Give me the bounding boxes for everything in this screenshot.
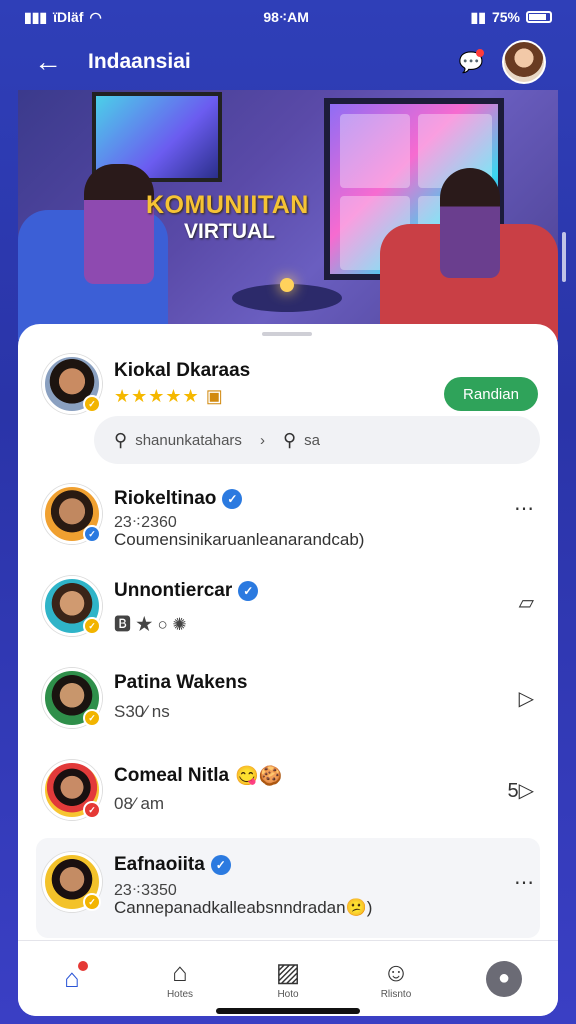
- person-left: [84, 164, 154, 284]
- person-right: [440, 168, 500, 278]
- emoji-icons: 😋🍪: [235, 766, 283, 787]
- notification-dot: [78, 960, 88, 971]
- red-badge-icon: ✓: [83, 801, 101, 819]
- star-icons: ★★★★★: [114, 386, 200, 406]
- carrier-label: ϊDläf: [53, 9, 84, 25]
- verified-icon: ✓: [238, 581, 259, 601]
- hero-title: KOMUNIITAN: [146, 191, 309, 219]
- more-options-icon[interactable]: ⋯: [514, 870, 534, 895]
- gold-badge-icon: ✓: [83, 893, 101, 911]
- contact-name: Comeal Nitla 😋🍪: [114, 765, 283, 787]
- video-icon[interactable]: ▷: [519, 686, 534, 711]
- bottom-navigation: ⌂ ⌂ Hotes ▨ Hoto ☺ Rlisnto ●: [18, 940, 558, 1016]
- verified-badge-icon: ✓: [83, 525, 101, 543]
- battery-icon: [525, 11, 552, 23]
- signal-strength-icon: ▮▮: [470, 8, 486, 25]
- search-query: shanunkatahars: [135, 431, 242, 449]
- chat-list-item-selected[interactable]: ✓ Eafnaoiita ✓ 23⁖3350 Cannepanadkalleab…: [36, 838, 540, 938]
- nav-home[interactable]: ⌂: [32, 960, 112, 995]
- square-icon[interactable]: ▱: [519, 590, 534, 615]
- chat-list-item[interactable]: ✓ Riokeltinao ✓ 23⁖2360 Coumensinikaruan…: [18, 474, 558, 566]
- status-bar: ▮▮▮ ϊDläf ◠ 98⁖AM ▮▮ 75%: [0, 0, 576, 34]
- contact-name: Riokeltinao ✓: [114, 488, 243, 510]
- battery-percent: 75%: [491, 9, 520, 25]
- last-message: Coumensinikaruanleanarandcab): [114, 530, 365, 549]
- contact-avatar: ✓: [42, 852, 102, 912]
- search-secondary-text: sa: [304, 431, 320, 449]
- contact-avatar: ✓: [42, 760, 102, 820]
- contact-avatar: ✓: [42, 668, 102, 728]
- chat-list-item[interactable]: ✓ Unnontiercar ✓ 🅱 ★ ○ ✺ ▱: [18, 568, 558, 660]
- chat-list-item[interactable]: ✓ Patina Wakens S30⁄ ns ▷: [18, 660, 558, 752]
- contact-meta: 23⁖3350: [114, 882, 177, 899]
- nav-label: Hoto: [277, 989, 299, 1000]
- signal-icon: ▮▮▮: [24, 8, 48, 25]
- search-icon: ⚲: [114, 429, 128, 450]
- separator-chevron-icon: ›: [259, 431, 265, 449]
- nav-label: Rlisnto: [380, 989, 412, 1000]
- search-icon-secondary: ⚲: [282, 429, 297, 450]
- contact-avatar: ✓: [42, 576, 102, 636]
- rating-stars: ★★★★★ ▣: [114, 386, 224, 407]
- verified-icon: ✓: [222, 489, 243, 509]
- contact-avatar: ✓: [42, 484, 102, 544]
- profile-name: Kiokal Dkaraas: [114, 360, 251, 381]
- contact-meta: 23⁖2360: [114, 514, 177, 531]
- notification-dot: [476, 49, 484, 57]
- profile-avatar[interactable]: ✓: [42, 354, 102, 414]
- gold-badge-icon: ✓: [83, 617, 101, 635]
- nav-label: Hotes: [166, 989, 194, 1000]
- back-arrow-icon[interactable]: ←: [34, 46, 70, 78]
- hero-banner: KOMUNIITAN VIRTUAL: [18, 90, 558, 340]
- verified-icon: ✓: [210, 855, 231, 875]
- gold-badge-icon: ✓: [83, 395, 101, 413]
- wifi-icon: ◠: [89, 8, 102, 25]
- nav-notes[interactable]: ▨ Hoto: [248, 957, 328, 1000]
- search-bar[interactable]: ⚲ shanunkatahars › ⚲ sa: [94, 416, 540, 464]
- contact-name: Patina Wakens: [114, 672, 248, 693]
- nav-status[interactable]: ☺ Rlisnto: [356, 957, 436, 1000]
- app-bar: ← Indaansiai 💬: [18, 34, 558, 90]
- home-indicator[interactable]: [216, 1008, 360, 1014]
- community-panel: ✓ Kiokal Dkaraas ★★★★★ ▣ Randian ⚲ shanu…: [18, 324, 558, 1016]
- nav-profile[interactable]: ●: [464, 960, 544, 997]
- contact-meta: 08⁄ am: [114, 794, 165, 813]
- chat-list-item[interactable]: ✓ Comeal Nitla 😋🍪 08⁄ am 5▷: [18, 752, 558, 844]
- contact-name: Eafnaoiita ✓: [114, 854, 231, 876]
- gold-badge-icon: ✓: [83, 709, 101, 727]
- clock: 98⁖AM: [263, 8, 309, 25]
- contact-meta: S30⁄ ns: [114, 702, 170, 721]
- hero-subtitle: VIRTUAL: [184, 220, 275, 243]
- follow-button[interactable]: Randian: [444, 377, 538, 411]
- drag-handle[interactable]: [262, 332, 312, 336]
- candle-light: [280, 278, 294, 292]
- scrollbar[interactable]: [562, 232, 566, 282]
- profile-icon: ●: [486, 960, 522, 997]
- more-options-icon[interactable]: ⋯: [514, 496, 534, 521]
- status-icons: 🅱 ★ ○ ✺: [114, 615, 187, 634]
- last-message: Cannepanadkalleabsnndradan😕): [114, 898, 373, 917]
- notes-icon: ▨: [275, 957, 301, 987]
- house-outline-icon: ⌂: [172, 957, 188, 987]
- nav-discover[interactable]: ⌂ Hotes: [140, 957, 220, 1000]
- user-avatar[interactable]: [502, 40, 546, 84]
- smiley-icon: ☺: [382, 957, 410, 987]
- chat-notification-icon[interactable]: 💬: [456, 47, 486, 77]
- video-icon[interactable]: 5▷: [507, 778, 534, 803]
- treasure-chest-icon: ▣: [205, 386, 224, 406]
- contact-name: Unnontiercar ✓: [114, 580, 259, 602]
- page-title: Indaansiai: [88, 50, 191, 73]
